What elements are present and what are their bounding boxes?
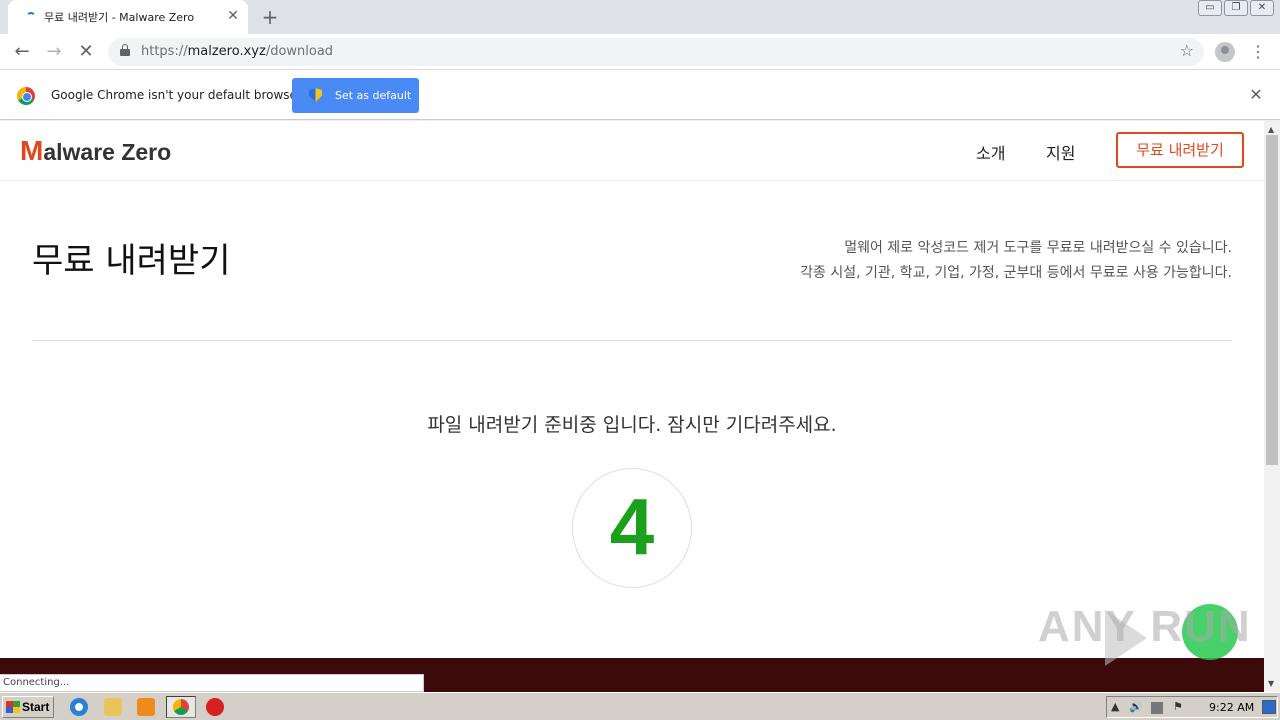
page-title: 무료 내려받기 [32,241,231,281]
chrome-logo-icon [17,87,35,105]
show-desktop-icon[interactable] [1262,700,1276,714]
description-line-1: 멀웨어 제로 악성코드 제거 도구를 무료로 내려받으실 수 있습니다. [844,240,1232,256]
address-bar[interactable]: https://malzero.xyz/download ☆ [108,38,1204,66]
tray-expand-icon[interactable]: ▲ [1111,700,1119,713]
clock[interactable]: 9:22 AM [1209,701,1254,714]
tab-strip: 무료 내려받기 - Malware Zero ✕ + ▭ ❐ ✕ [0,0,1280,34]
explorer-folder-icon[interactable] [104,698,122,716]
browser-tab[interactable]: 무료 내려받기 - Malware Zero ✕ [8,0,248,34]
nav-link-support[interactable]: 지원 [1046,140,1075,164]
set-as-default-label: Set as default [335,89,412,102]
free-download-button[interactable]: 무료 내려받기 [1116,132,1244,168]
infobar-message: Google Chrome isn't your default browser [51,88,302,102]
site-logo[interactable]: Malware Zero [20,135,171,167]
volume-icon[interactable]: 🔊 [1129,700,1143,713]
infobar-close-icon[interactable]: ✕ [1246,85,1266,105]
chrome-taskbar-icon[interactable] [166,696,196,718]
countdown-circle: 4 [572,468,692,588]
browser-toolbar: ← → ✕ https://malzero.xyz/download ☆ ⋮ [0,34,1280,70]
new-tab-button[interactable]: + [258,5,282,29]
stop-loading-button[interactable]: ✕ [72,40,100,64]
scrollbar-thumb[interactable] [1266,135,1278,465]
internet-explorer-icon[interactable] [70,698,88,716]
profile-avatar-icon[interactable] [1215,42,1235,62]
start-button[interactable]: Start [2,696,54,718]
divider [32,340,1232,341]
scroll-down-arrow-icon[interactable]: ▼ [1268,679,1274,688]
set-as-default-button[interactable]: Set as default [292,78,419,113]
stop-sign-icon[interactable] [206,698,224,716]
url-text: https://malzero.xyz/download [141,44,334,59]
media-player-icon[interactable] [137,698,155,716]
countdown-number: 4 [609,482,655,571]
start-label: Start [22,700,50,714]
description-line-2: 각종 시설, 기관, 학교, 기업, 가정, 군부대 등에서 무료로 사용 가능… [800,265,1232,281]
watermark-text: ANY RUN [1038,602,1252,651]
uac-shield-icon [309,88,322,102]
windows-taskbar: Start ▲ 🔊 ⚑ 9:22 AM [0,692,1280,720]
bookmark-star-icon[interactable]: ☆ [1180,41,1194,60]
page-scrollbar[interactable]: ▲ ▼ [1264,121,1280,692]
wait-message: 파일 내려받기 준비중 입니다. 잠시만 기다려주세요. [427,414,837,436]
tab-close-icon[interactable]: ✕ [224,7,242,25]
restore-button[interactable]: ❐ [1224,0,1248,16]
loading-spinner-icon [26,12,36,22]
status-bubble: Connecting... [0,674,424,692]
system-tray: ▲ 🔊 ⚑ 9:22 AM [1106,696,1278,718]
tab-title: 무료 내려받기 - Malware Zero [44,11,195,24]
back-button[interactable]: ← [8,40,36,64]
action-center-flag-icon[interactable]: ⚑ [1173,700,1183,713]
default-browser-infobar: Google Chrome isn't your default browser… [0,71,1280,120]
window-controls: ▭ ❐ ✕ [1198,0,1274,20]
lock-icon [120,44,130,56]
site-header: Malware Zero 소개 지원 무료 내려받기 [0,121,1264,181]
windows-flag-icon [6,701,20,713]
minimize-button[interactable]: ▭ [1198,0,1222,16]
close-window-button[interactable]: ✕ [1250,0,1274,16]
scroll-up-arrow-icon[interactable]: ▲ [1268,125,1274,134]
menu-icon[interactable]: ⋮ [1250,40,1266,64]
forward-button[interactable]: → [40,40,68,64]
network-icon[interactable] [1151,702,1163,714]
nav-link-about[interactable]: 소개 [976,140,1005,164]
